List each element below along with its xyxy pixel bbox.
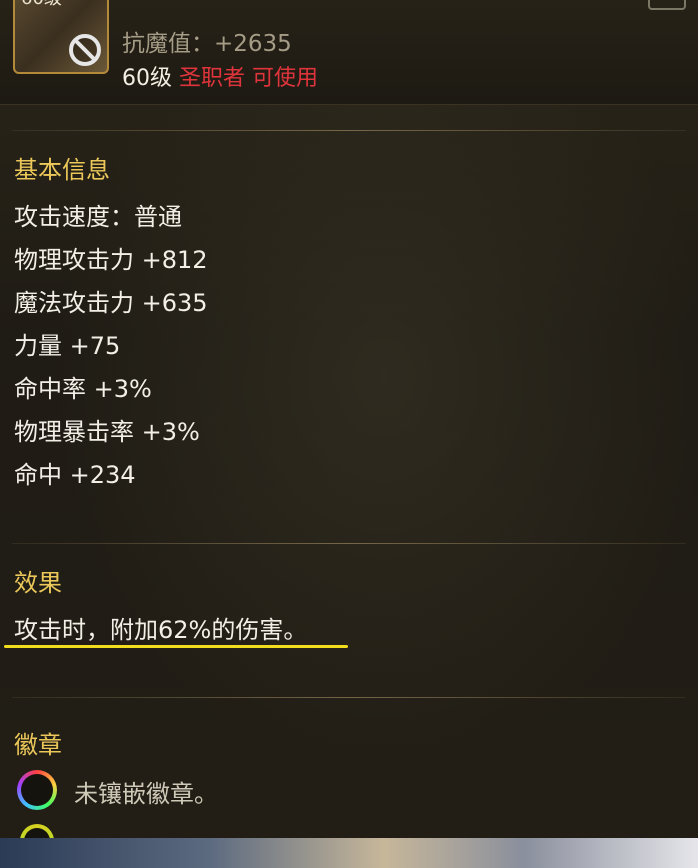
magic-resist-value: 抗魔值：+2635	[122, 31, 292, 57]
stat-physical-crit: 物理暴击率 +3%	[14, 418, 200, 446]
stat-magic-attack: 魔法攻击力 +635	[14, 289, 208, 317]
background-strip	[0, 838, 698, 868]
effect-text: 攻击时，附加62%的伤害。	[14, 616, 308, 644]
required-class: 圣职者	[179, 66, 246, 91]
emblem-slot-text: 未镶嵌徽章。	[74, 780, 218, 808]
usable-label: 可使用	[252, 66, 319, 91]
stat-strength: 力量 +75	[14, 332, 121, 360]
effect-title: 效果	[14, 569, 62, 597]
item-tooltip-panel: 60级 抗魔值：+2635 60级 圣职者 可使用 基本信息 攻击速度：普通 物…	[0, 0, 698, 838]
divider	[12, 543, 686, 544]
stat-accuracy: 命中 +234	[14, 461, 136, 489]
emblem-slot-icon[interactable]	[17, 770, 57, 810]
emblem-title: 徽章	[14, 731, 62, 759]
stat-hit-rate: 命中率 +3%	[14, 375, 152, 403]
usage-requirement: 60级 圣职者 可使用	[122, 60, 318, 92]
basic-info-title: 基本信息	[14, 156, 110, 184]
close-button[interactable]	[648, 0, 686, 10]
divider	[12, 130, 686, 131]
stat-attack-speed: 攻击速度：普通	[14, 203, 182, 231]
highlight-underline	[4, 645, 348, 648]
emblem-slot-icon-2[interactable]	[20, 824, 54, 838]
divider	[12, 697, 686, 698]
item-icon[interactable]: 60级	[13, 0, 109, 74]
item-level-badge: 60级	[21, 0, 62, 10]
item-header: 60级 抗魔值：+2635 60级 圣职者 可使用	[0, 0, 698, 105]
prohibited-icon	[69, 34, 101, 66]
required-level: 60级	[122, 66, 172, 91]
stat-physical-attack: 物理攻击力 +812	[14, 246, 208, 274]
